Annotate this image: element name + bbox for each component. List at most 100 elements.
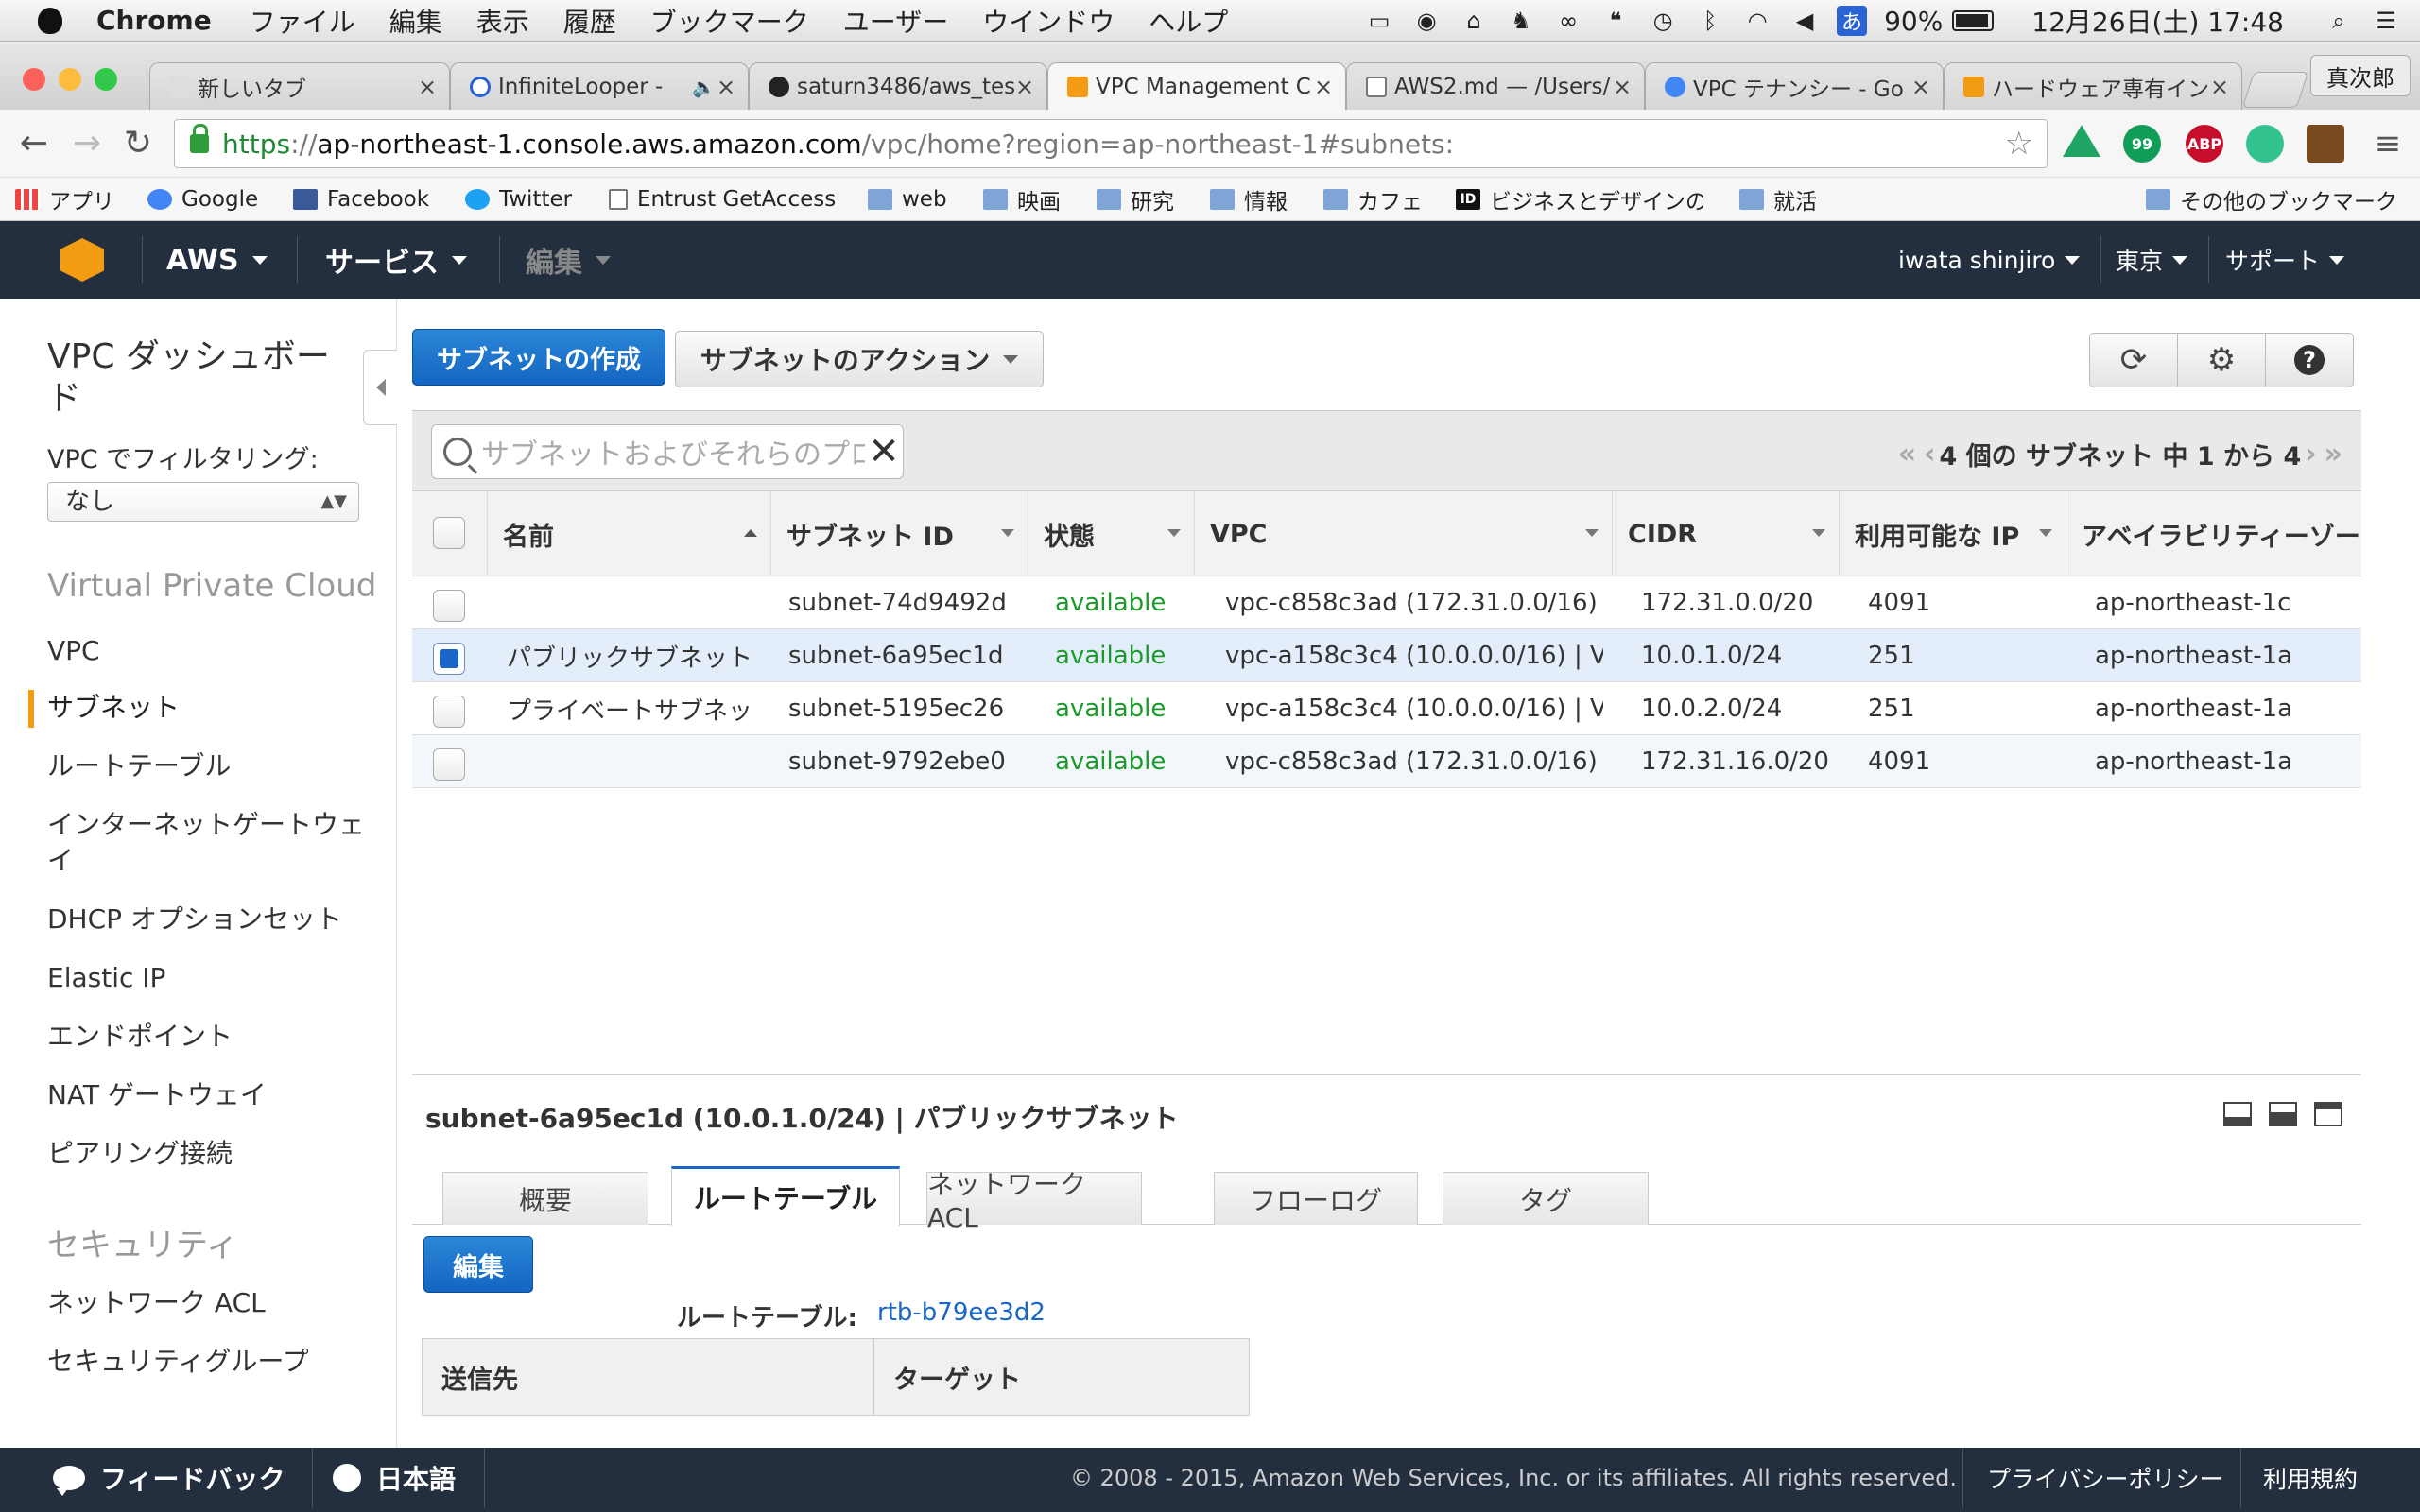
window-minimize-icon[interactable] (59, 68, 81, 91)
creative-cloud-icon[interactable]: ∞ (1553, 6, 1583, 36)
tab-summary[interactable]: 概要 (442, 1172, 648, 1225)
spotlight-search-icon[interactable]: ⌕ (2324, 6, 2354, 36)
aws-menu[interactable]: AWS (166, 221, 268, 299)
sidebar-item-elastic-ip[interactable]: Elastic IP (47, 960, 369, 996)
clear-search-icon[interactable]: ✕ (865, 430, 903, 473)
row-checkbox[interactable] (433, 643, 465, 675)
feedback-button[interactable]: フィードバック (53, 1448, 285, 1508)
column-availability-zone[interactable]: アベイラビリティーゾーン (2066, 491, 2361, 576)
apple-menu-icon[interactable] (38, 7, 62, 34)
menu-window[interactable]: ウインドウ (982, 2, 1115, 40)
bookmark-job-hunting[interactable]: 就活 (1739, 185, 1817, 215)
detail-pane-splitter[interactable] (412, 1074, 2361, 1075)
row-checkbox[interactable] (433, 590, 465, 622)
bookmark-info[interactable]: 情報 (1210, 185, 1288, 215)
vpc-filter-select[interactable]: なし ▲▼ (47, 482, 359, 522)
sidebar-item-security-groups[interactable]: セキュリティグループ (47, 1344, 369, 1380)
chrome-menu-icon[interactable]: ≡ (2367, 123, 2409, 164)
browser-tab-new[interactable]: 新しいタブ × (149, 62, 450, 110)
time-machine-icon[interactable]: ◷ (1648, 6, 1678, 36)
route-table-link[interactable]: rtb-b79ee3d2 (877, 1298, 1046, 1327)
menu-user[interactable]: ユーザー (843, 2, 948, 40)
wifi-icon[interactable]: ◠ (1742, 6, 1772, 36)
region-menu[interactable]: 東京 (2116, 221, 2188, 299)
column-subnet-id[interactable]: サブネット ID (771, 491, 1028, 576)
sidebar-collapse-button[interactable] (363, 350, 397, 425)
sidebar-item-dhcp-options[interactable]: DHCP オプションセット (47, 902, 369, 937)
table-row[interactable]: subnet-9792ebe0 available vpc-c858c3ad (… (412, 735, 2361, 788)
browser-tab-dedicated-hardware[interactable]: ハードウェア専有イン × (1944, 62, 2242, 110)
menu-file[interactable]: ファイル (250, 2, 355, 40)
app-menu[interactable]: Chrome (96, 5, 212, 36)
bookmark-google[interactable]: Google (147, 185, 258, 214)
menubar-clock[interactable]: 12月26日(土) 17:48 (2031, 2, 2284, 40)
new-tab-button[interactable] (2241, 72, 2309, 108)
edit-route-table-button[interactable]: 編集 (424, 1236, 533, 1293)
create-subnet-button[interactable]: サブネットの作成 (412, 329, 666, 386)
sidebar-item-vpc[interactable]: VPC (47, 633, 369, 669)
subnet-actions-button[interactable]: サブネットのアクション (675, 331, 1044, 387)
table-row[interactable]: プライベートサブネッ subnet-5195ec26 available vpc… (412, 682, 2361, 735)
column-target[interactable]: ターゲット (874, 1339, 1249, 1415)
bluetooth-icon[interactable]: ᛒ (1695, 6, 1725, 36)
bookmark-star-icon[interactable]: ☆ (2005, 125, 2033, 163)
input-method-icon[interactable]: あ (1837, 6, 1868, 36)
pane-minimize-icon[interactable] (2223, 1102, 2252, 1126)
first-page-icon[interactable]: « (1898, 438, 1916, 471)
sidebar-item-nat-gateways[interactable]: NAT ゲートウェイ (47, 1077, 369, 1113)
bookmark-apps[interactable]: アプリ (15, 185, 114, 215)
help-button[interactable]: ? (2265, 333, 2354, 387)
column-state[interactable]: 状態 (1028, 491, 1195, 576)
sidebar-item-network-acl[interactable]: ネットワーク ACL (47, 1285, 369, 1321)
bookmark-facebook[interactable]: Facebook (293, 185, 429, 214)
table-row[interactable]: パブリックサブネット subnet-6a95ec1d available vpc… (412, 629, 2361, 682)
bookmark-twitter[interactable]: Twitter (465, 185, 572, 214)
privacy-policy-link[interactable]: プライバシーポリシー (1987, 1448, 2223, 1508)
tab-close-icon[interactable]: × (1910, 74, 1931, 100)
subnet-search-input[interactable]: サブネットおよびそれらのプロパティでフィルタリング ✕ (431, 424, 904, 479)
bookmark-extension-icon[interactable] (2307, 125, 2344, 163)
forward-arrow-icon[interactable]: → (66, 123, 108, 164)
tab-network-acl[interactable]: ネットワーク ACL (926, 1169, 1142, 1233)
services-menu[interactable]: サービス (325, 221, 467, 299)
browser-tab-infinitelooper[interactable]: InfiniteLooper - 🔈 × (450, 62, 749, 110)
bookmark-business-design[interactable]: ID ビジネスとデザインの (1456, 185, 1703, 214)
support-menu[interactable]: サポート (2225, 221, 2345, 299)
address-bar[interactable]: https :// ap-northeast-1.console.aws.ama… (174, 119, 2048, 168)
menu-history[interactable]: 履歴 (563, 2, 616, 40)
volume-icon[interactable]: ◀ (1789, 6, 1820, 36)
table-row[interactable]: subnet-74d9492d available vpc-c858c3ad (… (412, 576, 2361, 629)
adblock-plus-icon[interactable]: ABP (2186, 125, 2223, 163)
bookmark-entrust[interactable]: Entrust GetAccess (609, 185, 836, 214)
bookmark-research[interactable]: 研究 (1097, 185, 1174, 215)
column-vpc[interactable]: VPC (1195, 491, 1613, 576)
column-destination[interactable]: 送信先 (423, 1339, 874, 1415)
tab-tags[interactable]: タグ (1443, 1172, 1649, 1225)
bookmark-web[interactable]: web (868, 185, 947, 214)
bookmark-other[interactable]: その他のブックマーク (2146, 185, 2397, 215)
row-checkbox[interactable] (433, 748, 465, 781)
sidebar-item-internet-gateways[interactable]: インターネットゲートウェイ (47, 807, 369, 879)
window-close-icon[interactable] (23, 68, 45, 91)
sidebar-item-route-tables[interactable]: ルートテーブル (47, 748, 369, 784)
tab-flow-logs[interactable]: フローログ (1214, 1172, 1418, 1225)
browser-tab-aws2-md[interactable]: AWS2.md — /Users/ × (1346, 62, 1645, 110)
menu-edit[interactable]: 編集 (389, 2, 442, 40)
airplay-icon[interactable]: ▭ (1364, 6, 1394, 36)
wifi-lock-icon[interactable]: ⌂ (1459, 6, 1489, 36)
pane-split-icon[interactable] (2269, 1102, 2297, 1126)
last-page-icon[interactable]: » (2325, 438, 2342, 471)
tab-close-icon[interactable]: × (716, 74, 736, 100)
reload-icon[interactable]: ↻ (117, 123, 159, 164)
language-button[interactable]: 日本語 (333, 1448, 456, 1508)
refresh-button[interactable]: ⟳ (2089, 333, 2178, 387)
sidebar-item-endpoints[interactable]: エンドポイント (47, 1019, 369, 1055)
google-drive-icon[interactable] (2063, 125, 2100, 157)
user-menu[interactable]: iwata shinjiro (1898, 221, 2081, 299)
select-all-checkbox[interactable] (433, 517, 465, 549)
bookmark-cafe[interactable]: カフェ (1323, 185, 1423, 215)
profile-button[interactable]: 真次郎 (2310, 55, 2411, 96)
prev-page-icon[interactable]: ‹ (1924, 438, 1935, 471)
settings-button[interactable]: ⚙ (2177, 333, 2266, 387)
column-name[interactable]: 名前 (488, 491, 771, 576)
